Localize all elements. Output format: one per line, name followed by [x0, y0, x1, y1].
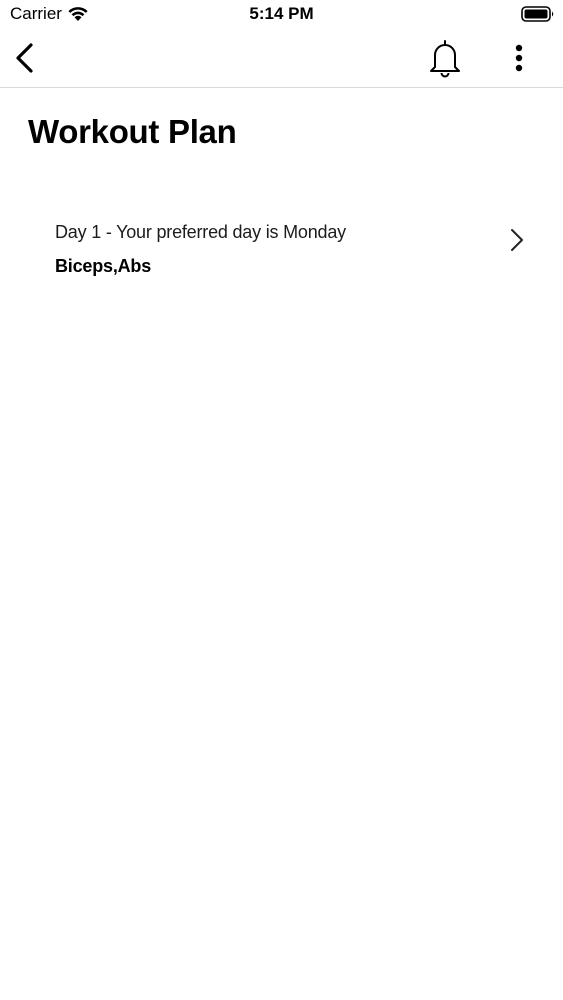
day-subtitle: Day 1 - Your preferred day is Monday [55, 222, 346, 242]
navigation-bar [0, 30, 563, 88]
list-item-day-1[interactable]: Day 1 - Your preferred day is Monday Bic… [40, 210, 540, 290]
battery-icon [521, 6, 554, 22]
status-bar: Carrier 5:14 PM [0, 0, 563, 30]
chevron-right-icon [511, 229, 523, 251]
more-options-button[interactable] [506, 40, 532, 76]
chevron-left-icon [16, 43, 33, 73]
status-time: 5:14 PM [249, 4, 314, 23]
bell-icon [430, 40, 460, 78]
workout-plan-screen: Carrier 5:14 PM Workout Plan Day 1 - You… [0, 0, 563, 1000]
day-muscle-groups: Biceps,Abs [55, 256, 152, 276]
notifications-button[interactable] [426, 38, 464, 78]
page-title: Workout Plan [28, 113, 237, 150]
more-vertical-icon [515, 44, 523, 72]
back-button[interactable] [10, 40, 42, 76]
